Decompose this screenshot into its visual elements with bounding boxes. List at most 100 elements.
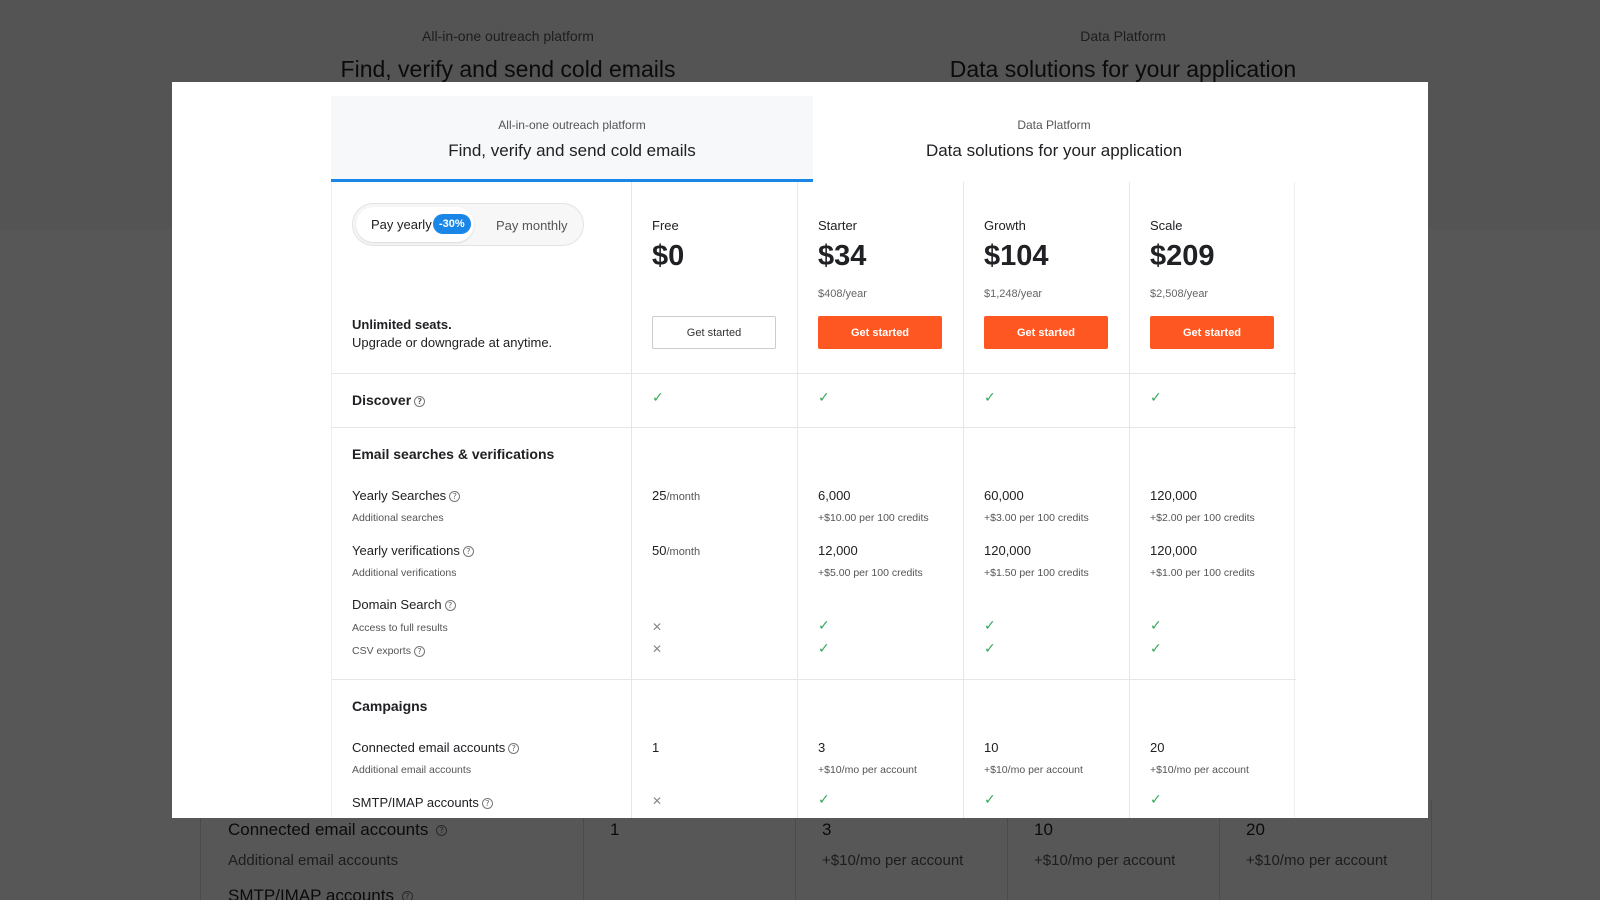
seats-text: Upgrade or downgrade at anytime. <box>352 335 553 350</box>
row-divider <box>332 373 1296 374</box>
plan-price-growth: $104 <box>984 240 1049 272</box>
help-icon[interactable]: ? <box>413 645 425 657</box>
connected-accounts-text: Connected email accounts <box>352 740 506 755</box>
growth-verifications-extra: +$1.50 per 100 credits <box>984 567 1089 579</box>
smtp-imap-text: SMTP/IMAP accounts <box>352 795 479 810</box>
cross-icon: ✕ <box>652 794 663 808</box>
column-divider <box>797 182 798 818</box>
plan-name-scale: Scale <box>1150 218 1183 233</box>
starter-searches-value: 6,000 <box>818 488 851 503</box>
pay-yearly-label: Pay yearly <box>371 217 432 232</box>
plan-price-starter: $34 <box>818 240 867 272</box>
csv-exports-label: CSV exports? <box>352 645 425 657</box>
pay-yearly-option[interactable]: Pay yearly -30% <box>356 207 474 242</box>
get-started-scale-button[interactable]: Get started <box>1150 316 1274 349</box>
tab-title: Find, verify and send cold emails <box>448 141 696 160</box>
csv-exports-text: CSV exports <box>352 645 411 657</box>
plan-yearly-price-growth: $1,248/year <box>984 288 1043 300</box>
scale-searches-extra: +$2.00 per 100 credits <box>1150 512 1255 524</box>
growth-searches-extra: +$3.00 per 100 credits <box>984 512 1089 524</box>
help-icon[interactable]: ? <box>449 491 461 503</box>
starter-searches-extra: +$10.00 per 100 credits <box>818 512 929 524</box>
starter-accounts-extra: +$10/mo per account <box>818 764 917 776</box>
cross-icon: ✕ <box>652 642 663 656</box>
plan-name-free: Free <box>652 218 679 233</box>
free-verifications-value: 50/month <box>652 543 700 558</box>
value-unit: /month <box>666 546 701 558</box>
yearly-verifications-text: Yearly verifications <box>352 543 460 558</box>
column-divider <box>963 182 964 818</box>
scale-verifications-value: 120,000 <box>1150 543 1197 558</box>
check-icon: ✓ <box>818 641 830 657</box>
check-icon: ✓ <box>1150 641 1162 657</box>
pricing-modal: All-in-one outreach platform Find, verif… <box>172 82 1428 818</box>
free-accounts-value: 1 <box>652 740 660 755</box>
plan-price-scale: $209 <box>1150 240 1215 272</box>
plan-yearly-price-starter: $408/year <box>818 288 867 300</box>
help-icon[interactable]: ? <box>444 600 456 612</box>
tab-title: Data solutions for your application <box>925 141 1183 160</box>
tab-data-platform[interactable]: Data Platform Data solutions for your ap… <box>813 96 1295 182</box>
column-divider <box>631 182 632 818</box>
starter-verifications-value: 12,000 <box>818 543 858 558</box>
plan-name-growth: Growth <box>984 218 1026 233</box>
growth-verifications-value: 120,000 <box>984 543 1031 558</box>
help-icon[interactable]: ? <box>462 546 474 558</box>
value-number: 50 <box>652 543 667 558</box>
discover-label: Discover <box>352 392 412 408</box>
check-icon: ✓ <box>1150 390 1162 406</box>
get-started-free-button[interactable]: Get started <box>652 316 776 349</box>
value-unit: /month <box>666 491 701 503</box>
seats-note: Unlimited seats. Upgrade or downgrade at… <box>352 316 552 352</box>
help-icon[interactable]: ? <box>481 798 493 810</box>
help-icon[interactable]: ? <box>414 395 426 407</box>
get-started-growth-button[interactable]: Get started <box>984 316 1108 349</box>
domain-search-label: Domain Search? <box>352 597 456 612</box>
column-divider <box>1129 182 1130 818</box>
section-title-email: Email searches & verifications <box>352 446 555 462</box>
check-icon: ✓ <box>984 641 996 657</box>
growth-searches-value: 60,000 <box>984 488 1024 503</box>
billing-toggle[interactable]: Pay yearly -30% Pay monthly <box>352 203 584 246</box>
scale-accounts-extra: +$10/mo per account <box>1150 764 1249 776</box>
scale-verifications-extra: +$1.00 per 100 credits <box>1150 567 1255 579</box>
get-started-starter-button[interactable]: Get started <box>818 316 942 349</box>
domain-search-text: Domain Search <box>352 597 442 612</box>
plan-name-starter: Starter <box>818 218 858 233</box>
check-icon: ✓ <box>818 618 830 634</box>
check-icon: ✓ <box>984 792 996 808</box>
starter-verifications-extra: +$5.00 per 100 credits <box>818 567 923 579</box>
discount-badge: -30% <box>433 214 471 234</box>
value-number: 25 <box>652 488 667 503</box>
connected-accounts-label: Connected email accounts? <box>352 740 520 755</box>
check-icon: ✓ <box>1150 792 1162 808</box>
help-icon[interactable]: ? <box>508 743 520 755</box>
scale-searches-value: 120,000 <box>1150 488 1197 503</box>
plan-yearly-price-scale: $2,508/year <box>1150 288 1209 300</box>
free-searches-value: 25/month <box>652 488 700 503</box>
additional-searches-label: Additional searches <box>352 512 444 524</box>
growth-accounts-value: 10 <box>984 740 999 755</box>
smtp-imap-label: SMTP/IMAP accounts? <box>352 795 493 810</box>
check-icon: ✓ <box>652 390 664 406</box>
tab-kicker: Data Platform <box>1017 118 1091 132</box>
seats-headline: Unlimited seats. <box>352 317 452 332</box>
tab-outreach-platform[interactable]: All-in-one outreach platform Find, verif… <box>331 96 813 182</box>
full-results-label: Access to full results <box>352 622 448 634</box>
check-icon: ✓ <box>818 390 830 406</box>
discover-row-label: Discover? <box>352 392 426 408</box>
additional-verifications-label: Additional verifications <box>352 567 457 579</box>
check-icon: ✓ <box>984 390 996 406</box>
tab-kicker: All-in-one outreach platform <box>498 118 646 132</box>
row-divider <box>332 679 1296 680</box>
growth-accounts-extra: +$10/mo per account <box>984 764 1083 776</box>
starter-accounts-value: 3 <box>818 740 826 755</box>
yearly-searches-text: Yearly Searches <box>352 488 447 503</box>
yearly-verifications-label: Yearly verifications? <box>352 543 474 558</box>
pay-monthly-option[interactable]: Pay monthly <box>496 218 568 233</box>
yearly-searches-label: Yearly Searches? <box>352 488 461 503</box>
scale-accounts-value: 20 <box>1150 740 1165 755</box>
platform-tabs: All-in-one outreach platform Find, verif… <box>331 96 1295 182</box>
check-icon: ✓ <box>1150 618 1162 634</box>
plan-price-free: $0 <box>652 240 685 272</box>
